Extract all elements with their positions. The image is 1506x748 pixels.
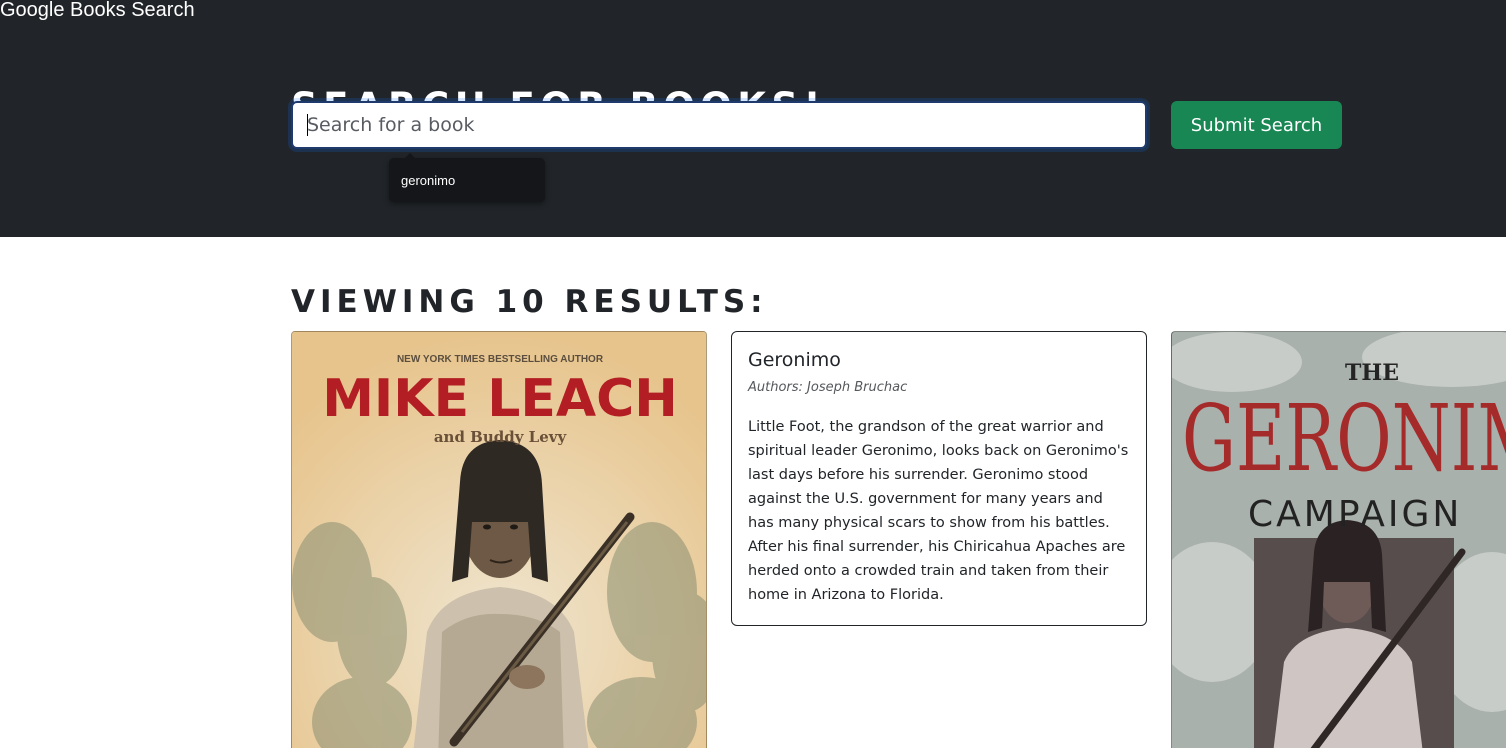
text-caret [307,114,308,136]
results-heading: VIEWING 10 RESULTS: [291,284,768,320]
book-card: Geronimo Authors: Joseph Bruchac Little … [731,331,1147,626]
book-description: Little Foot, the grandson of the great w… [748,419,1129,603]
submit-search-button[interactable]: Submit Search [1171,101,1342,149]
search-input[interactable] [288,98,1150,152]
cover-subtitle: CAMPAIGN [1248,494,1462,535]
geronimo-campaign-cover-art: THE GERONIMO CAMPAIGN [1172,332,1506,748]
book-authors: Authors: Joseph Bruchac [748,380,908,395]
navbar: Google Books Search [0,0,1506,40]
dropdown-arrow [405,153,415,158]
cover-author: MIKE LEACH [322,369,678,429]
book-cover-image: NEW YORK TIMES BESTSELLING AUTHOR MIKE L… [291,331,707,748]
autocomplete-dropdown: geronimo [389,153,545,202]
cover-coauthor: and Buddy Levy [434,428,568,446]
navbar-brand[interactable]: Google Books Search [0,0,195,21]
cover-the: THE [1345,360,1399,386]
autocomplete-option[interactable]: geronimo [401,173,455,188]
book-title: Geronimo [748,349,841,371]
cover-top-line: NEW YORK TIMES BESTSELLING AUTHOR [397,354,604,365]
mike-leach-cover-art: NEW YORK TIMES BESTSELLING AUTHOR MIKE L… [292,332,706,748]
cover-title: GERONIMO [1182,385,1506,492]
book-cover-image: THE GERONIMO CAMPAIGN [1171,331,1506,748]
